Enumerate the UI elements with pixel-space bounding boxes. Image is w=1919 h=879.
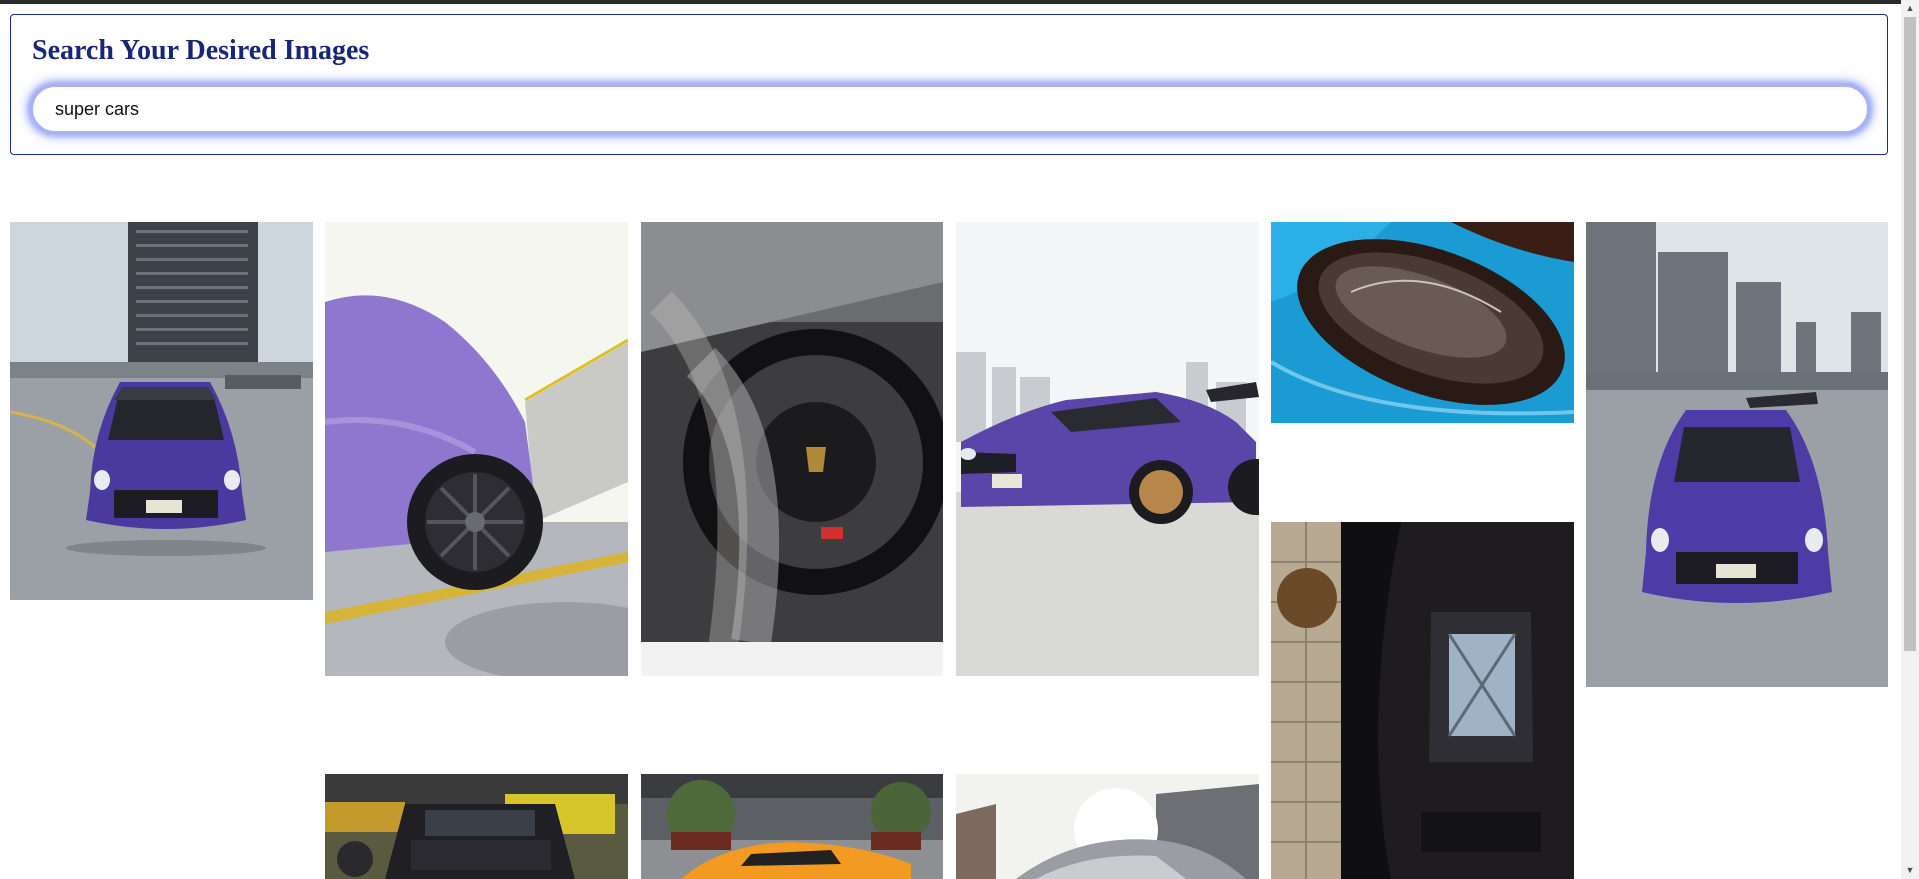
gallery-image[interactable]	[325, 222, 628, 676]
page-title: Search Your Desired Images	[32, 35, 370, 66]
gallery-image[interactable]	[1586, 222, 1888, 687]
search-panel: Search Your Desired Images	[10, 14, 1888, 155]
image-purple-gtr-front-rooftop	[10, 222, 313, 600]
image-purple-gtr-front-city	[1586, 222, 1888, 687]
gallery-image[interactable]	[641, 774, 943, 879]
scroll-thumb[interactable]	[1904, 17, 1916, 651]
gallery-image[interactable]	[956, 774, 1259, 879]
gallery-image[interactable]	[10, 222, 313, 600]
gallery-image[interactable]	[1271, 522, 1574, 879]
image-dark-suv-car-show	[325, 774, 628, 879]
image-blue-car-headlight	[1271, 222, 1574, 423]
gallery-image[interactable]	[641, 222, 943, 676]
scroll-up-arrow-icon[interactable]: ▲	[1901, 0, 1919, 17]
image-purple-car-side-wheel	[325, 222, 628, 676]
search-input[interactable]	[31, 85, 1869, 133]
image-car-sunlight	[956, 774, 1259, 879]
scroll-down-arrow-icon[interactable]: ▼	[1901, 862, 1919, 879]
image-purple-gtr-widebody	[956, 222, 1259, 676]
image-steering-wheel-interior	[641, 222, 943, 676]
gallery-image[interactable]	[1271, 222, 1574, 423]
gallery-image[interactable]	[956, 222, 1259, 676]
browser-top-edge	[0, 0, 1919, 4]
gallery-image[interactable]	[325, 774, 628, 879]
page-scrollbar[interactable]: ▲ ▼	[1901, 0, 1919, 879]
image-black-car-engine-cover-topdown	[1271, 522, 1574, 879]
image-orange-lamborghini	[641, 774, 943, 879]
